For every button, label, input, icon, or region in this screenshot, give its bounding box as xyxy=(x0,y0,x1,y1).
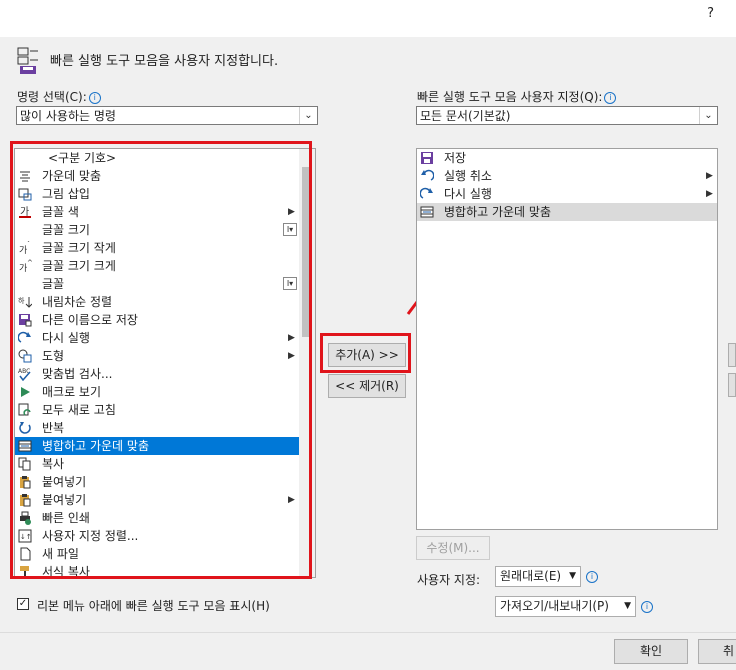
import-export-dropdown[interactable]: 가져오기/내보내기(P) ▼ xyxy=(495,596,636,617)
save-icon xyxy=(421,152,433,164)
customize-label: 사용자 지정: xyxy=(417,573,481,587)
highlight-box-add xyxy=(320,333,411,373)
list-item-label: 실행 취소 xyxy=(444,169,492,183)
help-button[interactable]: ? xyxy=(707,6,714,21)
show-below-ribbon-label: 리본 메뉴 아래에 빠른 실행 도구 모음 표시(H) xyxy=(37,599,270,613)
move-down-button[interactable] xyxy=(728,373,736,397)
list-item-label: 병합하고 가운데 맞춤 xyxy=(444,205,551,219)
show-below-ribbon-checkbox[interactable]: ✓ xyxy=(17,598,29,610)
submenu-arrow-icon: ▶ xyxy=(706,189,713,199)
choose-commands-dropdown[interactable]: 많이 사용하는 명령 ⌄ xyxy=(16,106,318,125)
chevron-down-icon: ⌄ xyxy=(299,107,317,124)
quick-access-toolbar-icon xyxy=(17,47,38,74)
highlight-box-commands xyxy=(10,141,312,579)
redo-icon xyxy=(420,187,433,199)
reset-dropdown[interactable]: 원래대로(E) ▼ xyxy=(495,566,581,587)
chevron-down-icon: ⌄ xyxy=(699,107,717,124)
info-icon: i xyxy=(586,571,598,583)
dialog-heading: 빠른 실행 도구 모음을 사용자 지정합니다. xyxy=(50,54,279,69)
customize-toolbar-dropdown[interactable]: 모든 문서(기본값) ⌄ xyxy=(416,106,718,125)
merge-center-icon xyxy=(420,206,434,218)
triangle-down-icon: ▼ xyxy=(624,601,631,611)
modify-button[interactable]: 수정(M)... xyxy=(416,536,490,560)
ok-button[interactable]: 확인 xyxy=(614,639,688,664)
toolbar-commands-list[interactable]: 저장실행 취소다시 실행병합하고 가운데 맞춤 ▶ ▶ xyxy=(416,148,718,530)
info-icon: i xyxy=(88,91,101,104)
triangle-down-icon: ▼ xyxy=(569,571,576,581)
move-up-button[interactable] xyxy=(728,343,736,367)
list-item[interactable]: 병합하고 가운데 맞춤 xyxy=(417,203,717,221)
info-icon: i xyxy=(641,601,653,613)
list-item[interactable]: 다시 실행 xyxy=(417,185,717,203)
list-item[interactable]: 실행 취소 xyxy=(417,167,717,185)
remove-button[interactable]: << 제거(R) xyxy=(328,374,406,398)
cancel-button[interactable]: 취 xyxy=(698,639,736,664)
customize-toolbar-label: 빠른 실행 도구 모음 사용자 지정(Q): i xyxy=(417,88,617,105)
submenu-arrow-icon: ▶ xyxy=(706,171,713,181)
undo-icon xyxy=(421,169,434,181)
info-icon: i xyxy=(604,91,617,104)
dialog-titlebar: ? xyxy=(0,0,736,37)
list-item[interactable]: 저장 xyxy=(417,149,717,167)
list-item-label: 저장 xyxy=(444,151,467,165)
list-item-label: 다시 실행 xyxy=(444,187,492,201)
choose-commands-label: 명령 선택(C): i xyxy=(17,88,101,105)
